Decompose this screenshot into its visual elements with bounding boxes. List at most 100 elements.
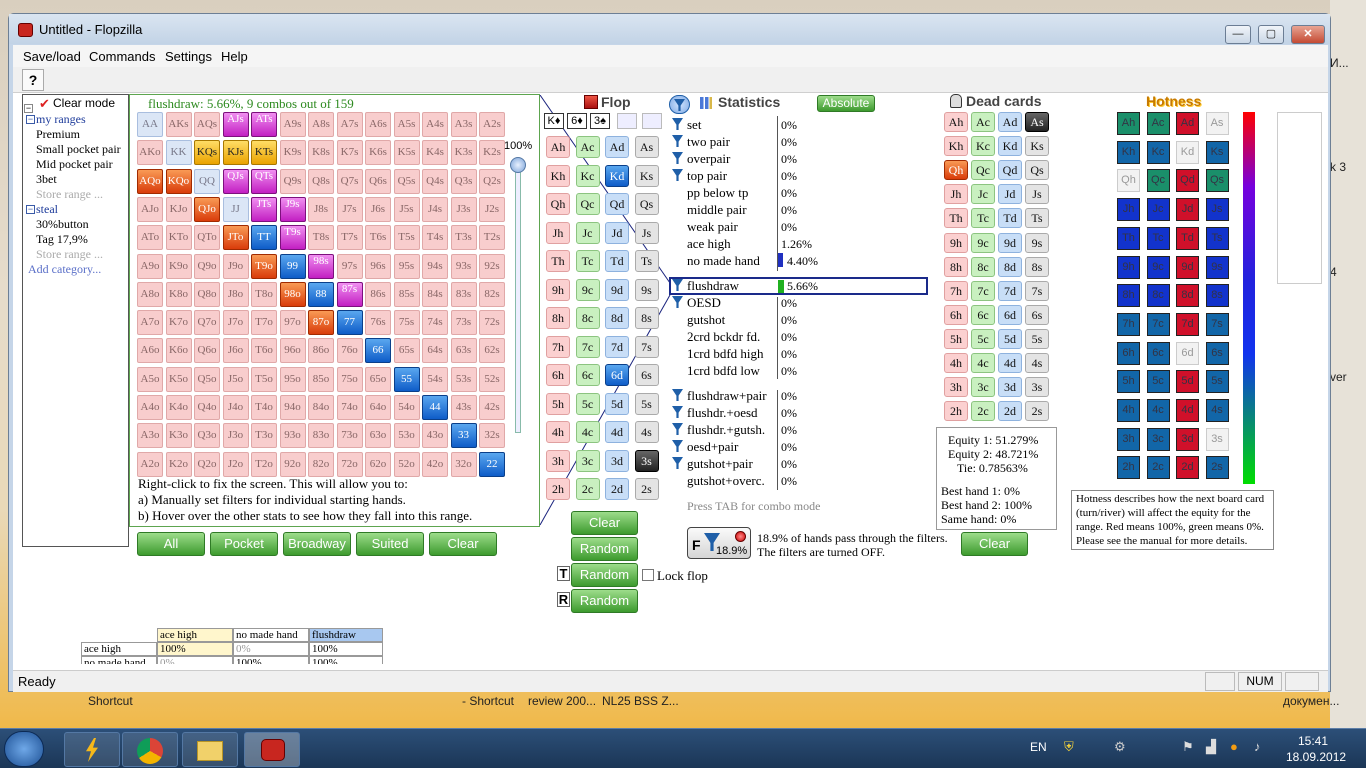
close-button[interactable]: ✕ — [1291, 25, 1325, 44]
dead-card-4s[interactable]: 4s — [1025, 353, 1049, 373]
flop-card-4s[interactable]: 4s — [634, 421, 659, 443]
flop-card-4d[interactable]: 4d — [605, 421, 629, 443]
hotness-card-Kh[interactable]: Kh — [1117, 140, 1140, 164]
select-all-button[interactable]: All — [137, 532, 205, 556]
hand-cell-QJo[interactable]: QJo — [194, 196, 220, 222]
funnel-icon[interactable] — [672, 296, 683, 308]
flop-card-2c[interactable]: 2c — [575, 478, 600, 500]
hand-cell-J9o[interactable]: J9o — [222, 253, 249, 279]
desktop-shortcut[interactable]: Shortcut — [88, 694, 133, 708]
flop-card-3h[interactable]: 3h — [546, 449, 570, 472]
hand-cell-Q4s[interactable]: Q4s — [422, 168, 448, 194]
flop-card-Qd[interactable]: Qd — [605, 193, 629, 215]
stat-gutshot-overc-[interactable]: gutshot+overc. — [687, 473, 765, 489]
hand-cell-88[interactable]: 88 — [308, 281, 334, 307]
tree-item-tag[interactable]: Tag 17,9% — [36, 232, 88, 247]
hotness-card-Js[interactable]: Js — [1205, 198, 1229, 222]
hotness-card-6c[interactable]: 6c — [1146, 341, 1170, 365]
hand-cell-Q9s[interactable]: Q9s — [279, 168, 306, 194]
hand-cell-K7s[interactable]: K7s — [336, 140, 363, 166]
flop-card-Ad[interactable]: Ad — [605, 136, 629, 158]
start-button[interactable] — [4, 731, 44, 767]
hand-cell-84s[interactable]: 84s — [422, 281, 448, 307]
hand-cell-Q6s[interactable]: Q6s — [365, 168, 391, 194]
hand-cell-K8s[interactable]: K8s — [308, 140, 334, 166]
hand-cell-T8s[interactable]: T8s — [308, 225, 334, 251]
dead-card-7h[interactable]: 7h — [944, 280, 968, 301]
hand-cell-T9o[interactable]: T9o — [251, 253, 277, 279]
hand-cell-T7o[interactable]: T7o — [251, 310, 277, 336]
hand-cell-A4o[interactable]: A4o — [137, 395, 163, 420]
hand-cell-54o[interactable]: 54o — [393, 395, 420, 420]
hand-cell-75s[interactable]: 75s — [393, 310, 420, 336]
hand-cell-J3s[interactable]: J3s — [450, 196, 477, 222]
flop-card-Js[interactable]: Js — [634, 221, 659, 244]
stat-1crd-bdfd-low[interactable]: 1crd bdfd low — [687, 363, 760, 379]
hand-cell-A2s[interactable]: A2s — [479, 112, 505, 137]
flop-card-7s[interactable]: 7s — [634, 335, 659, 358]
hotness-card-3c[interactable]: 3c — [1146, 427, 1170, 451]
stat-gutshot[interactable]: gutshot — [687, 312, 725, 328]
hotness-card-9c[interactable]: 9c — [1146, 255, 1170, 279]
hand-cell-K4o[interactable]: K4o — [165, 395, 192, 420]
hotness-card-Ts[interactable]: Ts — [1205, 226, 1229, 250]
hand-cell-76o[interactable]: 76o — [336, 338, 363, 364]
dead-card-7d[interactable]: 7d — [998, 280, 1022, 301]
board-card-3[interactable]: 3♠ — [590, 113, 610, 129]
flop-card-3s[interactable]: 3s — [634, 449, 659, 472]
funnel-icon[interactable] — [672, 423, 683, 435]
flop-card-6s[interactable]: 6s — [634, 364, 659, 386]
dead-card-Qh[interactable]: Qh — [944, 160, 968, 181]
hotness-card-8h[interactable]: 8h — [1117, 284, 1140, 308]
stat-flushdraw-pair[interactable]: flushdraw+pair — [672, 388, 767, 404]
hand-cell-AQo[interactable]: AQo — [137, 168, 163, 194]
dead-card-3d[interactable]: 3d — [998, 377, 1022, 398]
hotness-card-Ac[interactable]: Ac — [1146, 112, 1170, 135]
flop-card-Jd[interactable]: Jd — [605, 221, 629, 244]
hand-cell-75o[interactable]: 75o — [336, 366, 363, 392]
dead-card-3c[interactable]: 3c — [971, 377, 995, 398]
dead-card-5s[interactable]: 5s — [1025, 328, 1049, 349]
hand-cell-82s[interactable]: 82s — [479, 281, 505, 307]
flop-card-Ac[interactable]: Ac — [575, 136, 600, 158]
dead-card-3h[interactable]: 3h — [944, 377, 968, 398]
stat-ace-high[interactable]: ace high — [687, 236, 731, 252]
hand-cell-ATo[interactable]: ATo — [137, 225, 163, 251]
hand-cell-T7s[interactable]: T7s — [336, 225, 363, 251]
hand-cell-62s[interactable]: 62s — [479, 338, 505, 364]
hotness-card-9s[interactable]: 9s — [1205, 255, 1229, 279]
desktop-shortcut[interactable]: review 200... — [528, 694, 596, 708]
hand-cell-84o[interactable]: 84o — [308, 395, 334, 420]
hand-cell-86o[interactable]: 86o — [308, 338, 334, 364]
hand-cell-KK[interactable]: KK — [165, 140, 192, 166]
tree-item-small-pocket-pair[interactable]: Small pocket pair — [36, 142, 121, 157]
hand-cell-63s[interactable]: 63s — [450, 338, 477, 364]
hand-cell-83s[interactable]: 83s — [450, 281, 477, 307]
hand-cell-95s[interactable]: 95s — [393, 253, 420, 279]
hand-cell-T9s[interactable]: T9s — [279, 225, 306, 251]
flop-card-8s[interactable]: 8s — [634, 307, 659, 329]
board-card-2[interactable]: 6♦ — [567, 113, 587, 129]
funnel-icon[interactable] — [672, 457, 683, 469]
hand-cell-T3s[interactable]: T3s — [450, 225, 477, 251]
collapse-icon[interactable]: − — [26, 115, 35, 124]
filter-icon[interactable] — [669, 95, 690, 114]
hand-cell-72o[interactable]: 72o — [336, 451, 363, 477]
volume-icon[interactable]: ♪ — [1254, 739, 1261, 754]
hand-cell-A8s[interactable]: A8s — [308, 112, 334, 137]
hand-cell-TT[interactable]: TT — [251, 225, 277, 251]
hand-cell-J4s[interactable]: J4s — [422, 196, 448, 222]
desktop-shortcut[interactable]: докумен... — [1283, 694, 1339, 708]
funnel-icon[interactable] — [672, 440, 683, 452]
dead-card-Kd[interactable]: Kd — [998, 136, 1022, 157]
hand-cell-43o[interactable]: 43o — [422, 423, 448, 449]
funnel-icon[interactable] — [672, 169, 683, 181]
hotness-card-2d[interactable]: 2d — [1176, 456, 1199, 480]
hotness-card-3h[interactable]: 3h — [1117, 427, 1140, 451]
stat-top-pair[interactable]: top pair — [672, 168, 727, 184]
flop-card-9d[interactable]: 9d — [605, 278, 629, 301]
dead-card-9d[interactable]: 9d — [998, 232, 1022, 253]
flop-card-Qs[interactable]: Qs — [634, 193, 659, 215]
board-card-turn[interactable] — [617, 113, 637, 129]
hotness-card-5s[interactable]: 5s — [1205, 370, 1229, 394]
